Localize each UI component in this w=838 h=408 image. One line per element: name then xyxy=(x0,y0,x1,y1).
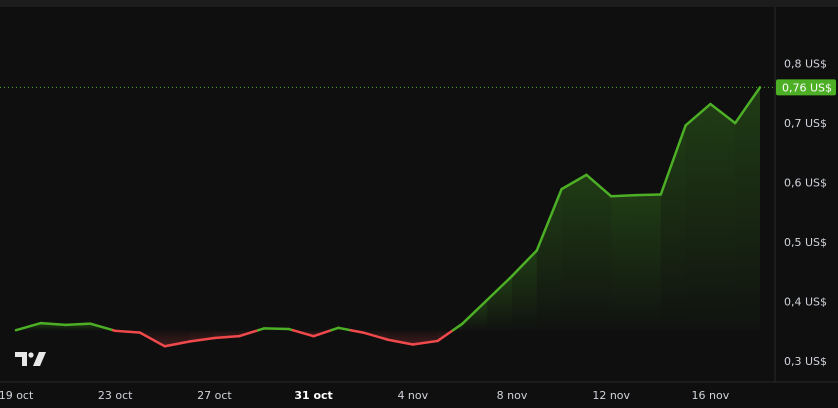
y-tick-label: 0,7 US$ xyxy=(784,117,827,130)
area-fill-segment xyxy=(586,174,612,331)
x-tick-label: 19 oct xyxy=(0,389,34,402)
time-axis: 19 oct 23 oct 27 oct 31 oct 4 nov 8 nov 12 nov… xyxy=(0,389,730,402)
y-tick-label: 0,6 US$ xyxy=(784,177,827,190)
area-fills xyxy=(16,87,760,347)
x-tick-label: 12 nov xyxy=(592,389,630,402)
price-chart-svg: 0,3 US$ 0,4 US$ 0,5 US$ 0,6 US$ 0,7 US$ 0,8 U… xyxy=(0,0,838,402)
line-segment-up xyxy=(634,193,663,197)
y-tick-label: 0,3 US$ xyxy=(784,355,827,368)
y-tick-label: 0,5 US$ xyxy=(784,236,827,249)
x-tick-label: 23 oct xyxy=(98,389,133,402)
area-fill-segment xyxy=(660,125,686,331)
line-segment-down xyxy=(213,334,241,340)
line-segment-up xyxy=(609,193,638,198)
area-fill-segment xyxy=(685,104,711,331)
area-fill-segment xyxy=(561,174,587,331)
area-fill-segment xyxy=(487,276,512,331)
area-fill-segment xyxy=(611,195,636,331)
price-axis: 0,3 US$ 0,4 US$ 0,5 US$ 0,6 US$ 0,7 US$ 0,8 U… xyxy=(784,58,827,369)
y-tick-label: 0,8 US$ xyxy=(784,58,827,71)
area-fill-segment xyxy=(536,189,562,331)
x-tick-label: 8 nov xyxy=(497,389,528,402)
x-tick-label: 27 oct xyxy=(197,389,232,402)
last-price-badge: 0,76 US$ xyxy=(776,79,836,96)
y-tick-label: 0,4 US$ xyxy=(784,296,827,309)
area-fill-segment xyxy=(735,87,760,331)
tradingview-logo[interactable] xyxy=(15,352,46,366)
line-segment-up xyxy=(262,327,291,331)
x-tick-label: 16 nov xyxy=(692,389,730,402)
line-segment-down xyxy=(113,329,142,334)
line-segment-up xyxy=(64,322,92,327)
last-price-label: 0,76 US$ xyxy=(782,81,832,94)
price-chart: 0,3 US$ 0,4 US$ 0,5 US$ 0,6 US$ 0,7 US$ 0,8 U… xyxy=(0,0,838,408)
x-tick-label: 31 oct xyxy=(294,389,332,402)
top-border xyxy=(0,0,838,7)
line-segment-up xyxy=(39,321,67,327)
x-tick-label: 4 nov xyxy=(397,389,428,402)
area-fill-segment xyxy=(636,194,661,331)
area-fill-segment xyxy=(710,104,736,331)
